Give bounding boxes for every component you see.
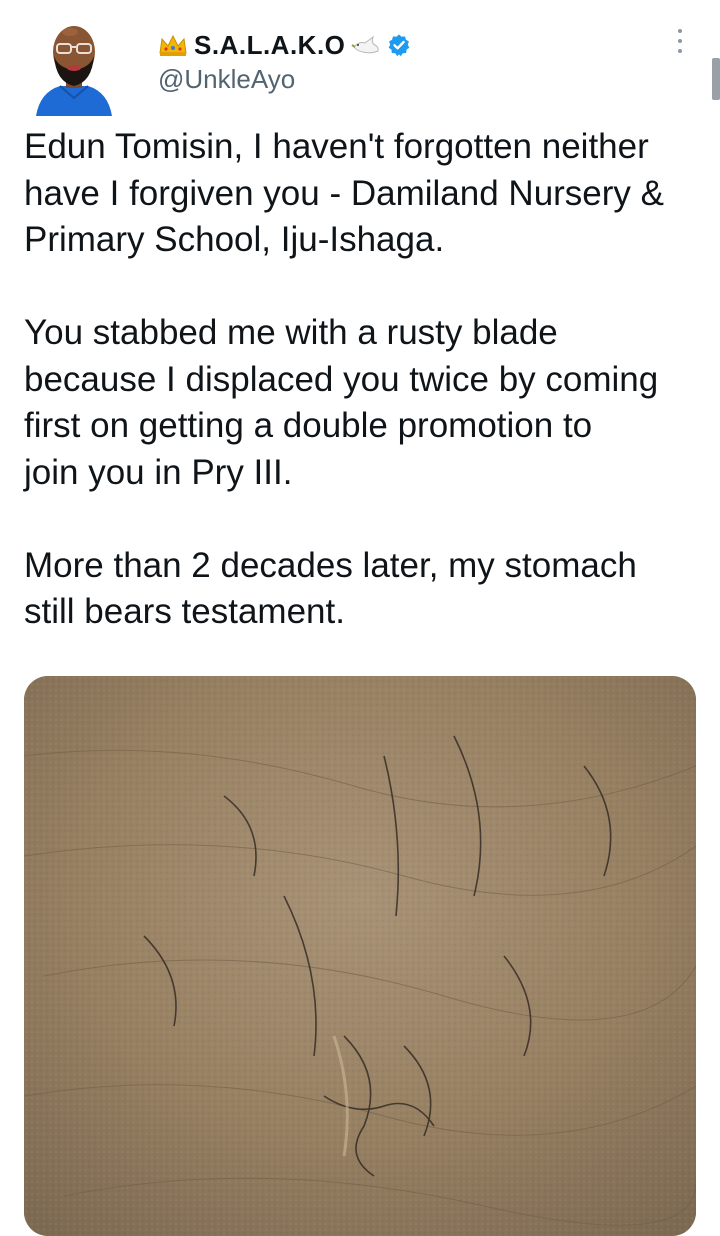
tweet-text-line: More than 2 decades later, my stomach [24,545,637,585]
dove-emoji-icon [351,33,381,57]
tweet-text-line: because I displaced you twice by coming [24,359,659,399]
tweet-text-line: Edun Tomisin, I haven't forgotten neithe… [24,127,649,166]
verified-badge-icon [387,33,411,57]
tweet-text-line: You stabbed me with a rusty blade [24,313,558,352]
avatar[interactable] [32,16,116,116]
tweet-text-line: first on getting a double promotion to [24,406,593,445]
avatar-image [36,26,112,116]
tweet-text: Edun Tomisin, I haven't forgotten neithe… [24,124,704,636]
tweet-card: S.A.L.A.K.O @UnkleAyo Edun Tomisin, I ha… [0,0,720,1236]
tweet-text-line: have I forgiven you - Damiland Nursery & [24,173,664,213]
author-name-row[interactable]: S.A.L.A.K.O [158,28,411,62]
more-options-icon[interactable] [666,24,694,58]
tweet-text-line: join you in Pry III. [24,452,293,492]
author-handle[interactable]: @UnkleAyo [158,64,295,95]
tweet-media-image[interactable] [24,676,696,1236]
tweet-text-line: Primary School, Iju-Ishaga. [24,220,445,259]
scrollbar[interactable] [712,58,720,100]
tweet-text-line: still bears testament. [24,592,345,631]
author-display-name: S.A.L.A.K.O [194,29,346,60]
crown-emoji-icon [158,33,188,57]
